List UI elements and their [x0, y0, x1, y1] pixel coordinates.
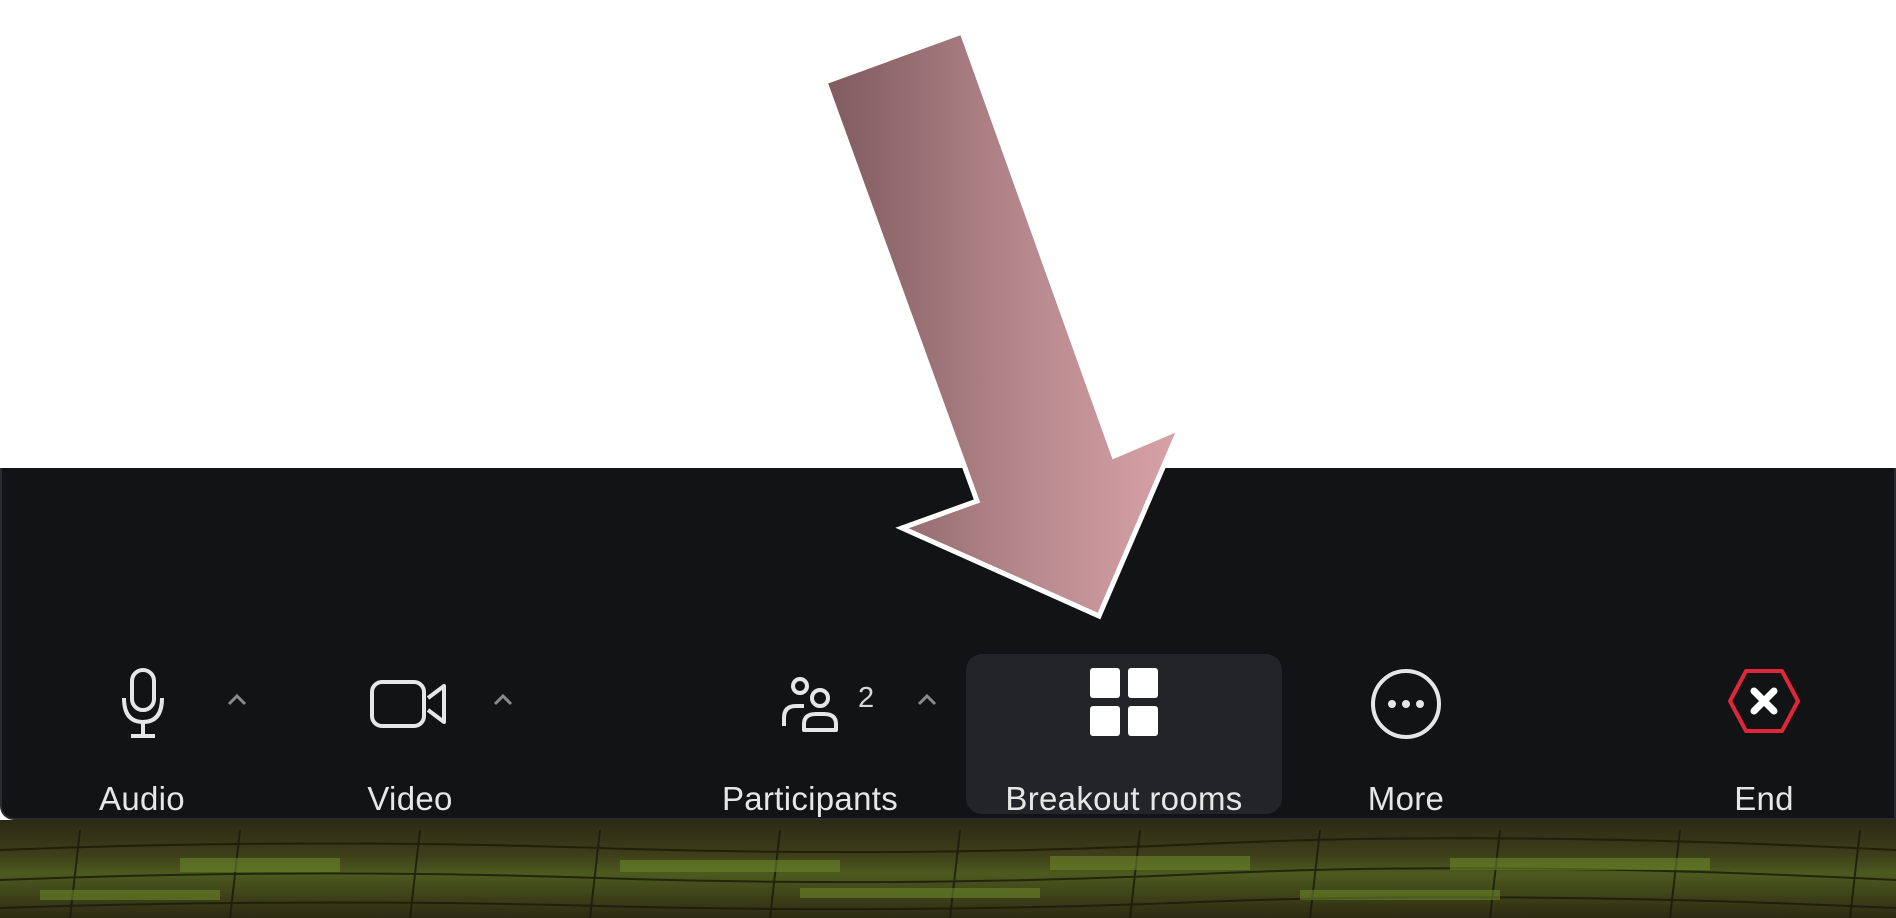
breakout-rooms-label: Breakout rooms	[1005, 780, 1243, 817]
audio-button[interactable]: Audio	[80, 668, 204, 818]
more-label: More	[1367, 780, 1445, 817]
microphone-icon	[122, 668, 164, 738]
blank-area	[0, 0, 1896, 468]
video-options-chevron-up-icon[interactable]	[490, 686, 516, 712]
end-label: End	[1734, 780, 1794, 817]
grid-icon	[1090, 668, 1158, 736]
more-button[interactable]: More	[1356, 668, 1456, 818]
meeting-toolbar	[0, 468, 1896, 820]
audio-label: Audio	[99, 780, 185, 817]
participants-label: Participants	[721, 780, 898, 817]
close-hexagon-icon	[1728, 669, 1800, 733]
participants-icon	[782, 677, 838, 732]
participants-options-chevron-up-icon[interactable]	[914, 686, 940, 712]
video-background	[0, 820, 1896, 918]
audio-options-chevron-up-icon[interactable]	[224, 686, 250, 712]
screen: Audio Video Participants 2 Breakout room…	[0, 0, 1896, 918]
end-button[interactable]: End	[1720, 668, 1808, 818]
ellipsis-icon	[1371, 669, 1441, 739]
video-label: Video	[367, 780, 453, 817]
video-camera-icon	[370, 680, 446, 728]
video-button[interactable]: Video	[348, 668, 472, 818]
participants-count: 2	[858, 682, 875, 714]
breakout-rooms-button[interactable]: Breakout rooms	[966, 668, 1282, 818]
participants-button[interactable]: Participants	[700, 668, 920, 818]
